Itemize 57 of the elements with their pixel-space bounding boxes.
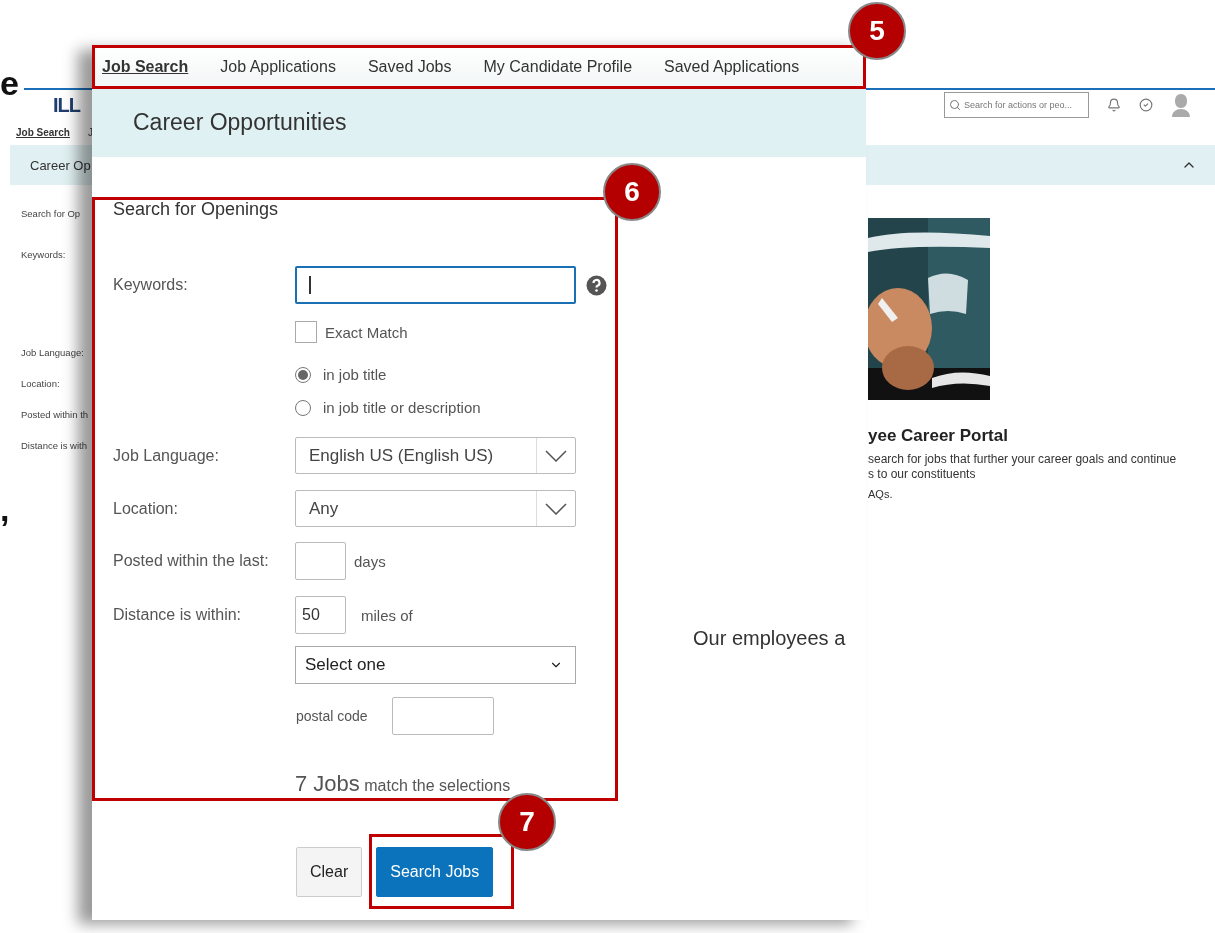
checkbox-label: Exact Match bbox=[325, 323, 408, 341]
check-circle-icon[interactable] bbox=[1139, 98, 1153, 112]
text-fragment: e bbox=[0, 66, 19, 100]
search-icon bbox=[949, 99, 961, 111]
text-cursor bbox=[309, 276, 311, 294]
keywords-field[interactable] bbox=[295, 266, 576, 304]
nav-tab[interactable]: J bbox=[87, 127, 93, 138]
portal-text: s to our constituents bbox=[868, 467, 977, 482]
field-label: Search for Op bbox=[21, 208, 81, 220]
nav-tab[interactable]: Saved Jobs bbox=[367, 58, 452, 76]
distance-field[interactable]: 50 bbox=[295, 596, 346, 634]
unit-label: miles of bbox=[361, 606, 413, 624]
logo: ILL bbox=[53, 93, 80, 117]
field-label: Job Language: bbox=[113, 446, 220, 465]
field-label: Job Language: bbox=[21, 347, 84, 359]
nav-tab[interactable]: Job Search bbox=[102, 58, 189, 76]
nav-tab[interactable]: Saved Applications bbox=[664, 58, 800, 76]
search-field[interactable]: Search for actions or peo... bbox=[944, 92, 1089, 118]
field-label: Distance is with bbox=[21, 440, 87, 452]
field-label: Posted within th bbox=[21, 409, 89, 421]
nav-tab[interactable]: My Candidate Profile bbox=[483, 58, 633, 76]
page-title: Career Op bbox=[30, 157, 91, 173]
dropdown[interactable]: Any bbox=[295, 490, 576, 527]
dropdown[interactable]: Select one bbox=[295, 646, 576, 684]
help-icon[interactable] bbox=[586, 274, 607, 296]
field-label: Posted within the last: bbox=[113, 552, 270, 570]
nav-tab[interactable]: Job Search bbox=[16, 127, 70, 138]
days-field[interactable] bbox=[295, 542, 346, 580]
portal-text: AQs. bbox=[868, 488, 894, 500]
radio-button[interactable] bbox=[295, 399, 311, 416]
field-label: Keywords: bbox=[21, 249, 66, 261]
section-heading: Search for Openings bbox=[113, 199, 280, 219]
checkbox[interactable] bbox=[295, 321, 317, 343]
portal-title: yee Career Portal bbox=[868, 426, 1009, 446]
intro-text: Our employees a bbox=[693, 627, 846, 651]
step-badge: 5 bbox=[848, 2, 906, 60]
nav-tab[interactable]: Job Applications bbox=[220, 58, 336, 76]
portal-text: search for jobs that further your career goals and continue bbox=[868, 452, 1177, 467]
text-fragment: , bbox=[0, 492, 10, 526]
radio-label: in job title or description bbox=[323, 399, 481, 416]
radio-button[interactable] bbox=[295, 366, 311, 383]
field-label: Distance is within: bbox=[113, 606, 243, 624]
radio-label: in job title bbox=[323, 366, 387, 383]
unit-label: days bbox=[354, 552, 386, 570]
field-label: Location: bbox=[113, 499, 179, 518]
field-label: Location: bbox=[21, 378, 60, 390]
field-label: postal code bbox=[296, 708, 369, 724]
chevron-down-icon bbox=[545, 449, 567, 462]
postal-code-field[interactable] bbox=[392, 697, 494, 735]
page-title: Career Opportunities bbox=[133, 109, 347, 136]
clear-button[interactable]: Clear bbox=[296, 847, 363, 897]
avatar-icon[interactable] bbox=[1171, 93, 1191, 117]
dropdown[interactable]: English US (English US) bbox=[295, 437, 576, 474]
chevron-down-icon bbox=[545, 502, 567, 515]
field-label: Keywords: bbox=[113, 276, 189, 294]
bell-icon[interactable] bbox=[1107, 98, 1121, 112]
search-button[interactable]: Search Jobs bbox=[376, 847, 494, 897]
